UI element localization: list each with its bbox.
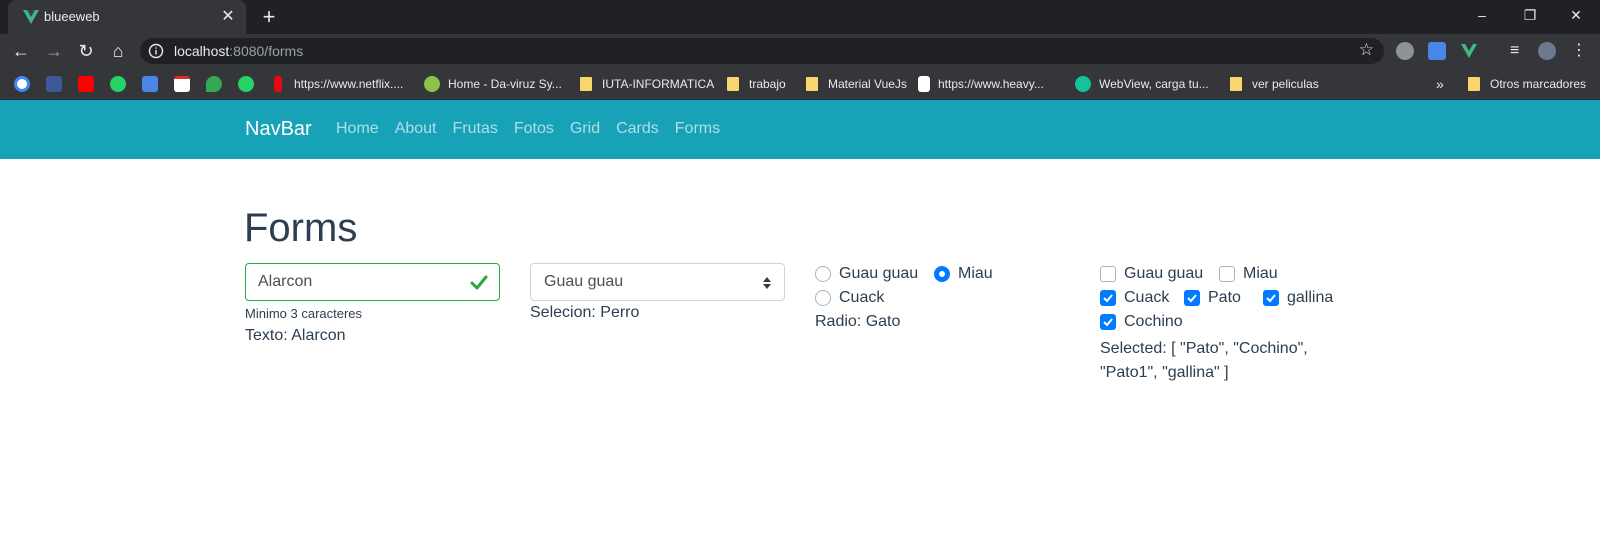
checkbox-miau[interactable]: Miau: [1219, 265, 1278, 283]
bookmark-material-vuejs[interactable]: Material VueJs: [806, 75, 907, 93]
checkbox-box-checked[interactable]: [1263, 290, 1279, 306]
bookmark-webview[interactable]: WebView, carga tu...: [1075, 75, 1209, 93]
bookmark-heavy[interactable]: https://www.heavy...: [918, 75, 1044, 93]
tab-close-icon[interactable]: ✕: [218, 7, 238, 27]
folder-icon: [1230, 77, 1242, 91]
folder-icon: [1468, 77, 1480, 91]
address-bar[interactable]: localhost:8080/forms ☆: [140, 38, 1384, 64]
translate-icon[interactable]: [1428, 42, 1446, 60]
checkmark-icon: [1266, 294, 1276, 303]
netflix-icon: [274, 76, 282, 92]
navbar-links: Home About Frutas Fotos Grid Cards Forms: [336, 120, 720, 138]
whatsapp-icon[interactable]: [110, 75, 134, 93]
checkmark-icon: [1187, 294, 1197, 303]
vue-favicon-icon: [23, 10, 39, 24]
checkbox-pato[interactable]: Pato: [1184, 289, 1241, 307]
youtube-icon[interactable]: [78, 75, 102, 93]
media-control-icon[interactable]: ≡: [1510, 42, 1528, 60]
menu-icon[interactable]: ⋮: [1570, 42, 1588, 60]
nav-link-frutas[interactable]: Frutas: [453, 120, 498, 138]
bookmarks-overflow-button[interactable]: »: [1436, 75, 1444, 93]
translate-bookmark-icon[interactable]: [142, 75, 166, 93]
gmail-icon[interactable]: [174, 75, 198, 93]
grammarly-icon: [1075, 76, 1091, 92]
home-button[interactable]: ⌂: [104, 37, 132, 65]
radio-circle-selected[interactable]: [934, 266, 950, 282]
url-text: localhost:8080/forms: [174, 43, 304, 59]
new-tab-button[interactable]: +: [257, 6, 281, 30]
profile-avatar[interactable]: [1538, 42, 1556, 60]
animal-select-value: Guau guau: [544, 273, 624, 290]
whatsapp-icon[interactable]: [238, 75, 262, 93]
select-output: Selecion: Perro: [530, 304, 640, 321]
checkbox-cuack[interactable]: Cuack: [1100, 289, 1169, 307]
close-window-button[interactable]: ✕: [1552, 0, 1600, 30]
restore-button[interactable]: ❐: [1506, 0, 1554, 30]
folder-icon: [580, 77, 592, 91]
forward-button[interactable]: →: [40, 37, 68, 65]
vue-devtools-icon[interactable]: [1460, 42, 1478, 60]
nav-link-about[interactable]: About: [395, 120, 437, 138]
nav-link-cards[interactable]: Cards: [616, 120, 659, 138]
checkbox-box-checked[interactable]: [1100, 290, 1116, 306]
app-navbar: NavBar Home About Frutas Fotos Grid Card…: [0, 100, 1600, 159]
folder-icon: [806, 77, 818, 91]
checkbox-output: Selected: [ "Pato", "Cochino", "Pato1", …: [1100, 340, 1308, 381]
facebook-icon[interactable]: [46, 75, 70, 93]
adblock-icon[interactable]: [1396, 42, 1414, 60]
bookmark-trabajo[interactable]: trabajo: [727, 75, 786, 93]
valid-check-icon: [470, 275, 488, 290]
text-output: Texto: Alarcon: [245, 327, 346, 344]
folder-icon: [727, 77, 739, 91]
browser-tabstrip: blueeweb ✕ + – ❐ ✕: [0, 0, 1600, 34]
nav-link-fotos[interactable]: Fotos: [514, 120, 554, 138]
bookmark-daviruz[interactable]: Home - Da-viruz Sy...: [424, 75, 562, 93]
radio-circle[interactable]: [815, 266, 831, 282]
google-icon[interactable]: [14, 75, 38, 93]
checkmark-icon: [1103, 318, 1113, 327]
hand-horns-icon: [918, 76, 930, 92]
radio-cuack[interactable]: Cuack: [815, 289, 884, 307]
checkbox-guau-guau[interactable]: Guau guau: [1100, 265, 1203, 283]
checkmark-icon: [1103, 294, 1113, 303]
bookmark-netflix[interactable]: https://www.netflix....: [270, 75, 403, 93]
bookmark-iuta[interactable]: IUTA-INFORMATICA: [580, 75, 714, 93]
maps-icon[interactable]: [206, 75, 230, 93]
checkbox-gallina[interactable]: gallina: [1263, 289, 1333, 307]
bookmark-otros-marcadores[interactable]: Otros marcadores: [1468, 75, 1586, 93]
radio-output: Radio: Gato: [815, 313, 901, 330]
bookmarks-bar: https://www.netflix.... Home - Da-viruz …: [0, 68, 1600, 100]
checkbox-box[interactable]: [1219, 266, 1235, 282]
info-icon: [148, 43, 164, 59]
reload-button[interactable]: ↻: [72, 37, 100, 65]
checkbox-cochino[interactable]: Cochino: [1100, 313, 1183, 331]
nav-link-home[interactable]: Home: [336, 120, 379, 138]
radio-miau[interactable]: Miau: [934, 265, 993, 283]
back-button[interactable]: ←: [7, 37, 35, 65]
checkbox-box-checked[interactable]: [1184, 290, 1200, 306]
radio-guau-guau[interactable]: Guau guau: [815, 265, 918, 283]
checkbox-box-checked[interactable]: [1100, 314, 1116, 330]
tab-title: blueeweb: [44, 9, 100, 24]
navbar-brand[interactable]: NavBar: [245, 118, 312, 141]
nav-link-forms[interactable]: Forms: [675, 120, 720, 138]
daviruz-icon: [424, 76, 440, 92]
input-help-text: Minimo 3 caracteres: [245, 306, 363, 321]
browser-toolbar: ← → ↻ ⌂ localhost:8080/forms ☆ ≡ ⋮: [0, 34, 1600, 68]
page-title: Forms: [244, 206, 358, 250]
animal-select[interactable]: Guau guau: [530, 263, 785, 301]
minimize-button[interactable]: –: [1458, 0, 1506, 30]
nav-link-grid[interactable]: Grid: [570, 120, 600, 138]
name-input-value: Alarcon: [258, 273, 313, 290]
bookmark-star-icon[interactable]: ☆: [1359, 40, 1374, 60]
browser-tab[interactable]: blueeweb ✕: [8, 0, 246, 34]
name-input[interactable]: Alarcon: [245, 263, 500, 301]
bookmark-ver-peliculas[interactable]: ver peliculas: [1230, 75, 1319, 93]
radio-circle[interactable]: [815, 290, 831, 306]
checkbox-box[interactable]: [1100, 266, 1116, 282]
select-caret-icon: [763, 277, 771, 289]
